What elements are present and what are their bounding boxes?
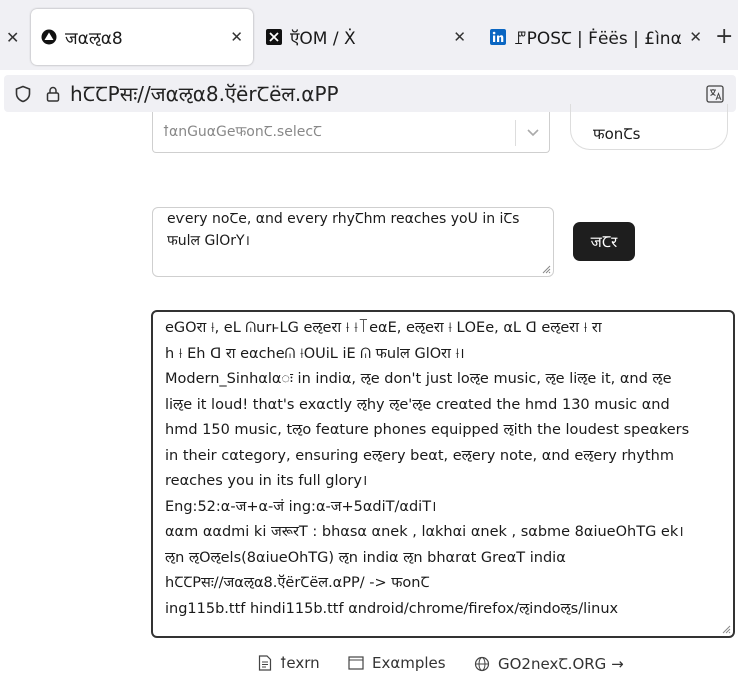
examples-link-label: Exαmpleѕ [372, 654, 446, 672]
shield-icon[interactable] [14, 85, 32, 103]
examples-link[interactable]: Exαmpleѕ [348, 654, 446, 672]
tab-bar: ✕ जαऌα8 ✕ ऍОМ / Ẋ ✕ ꘝPОЅꞆ | Ḟёёѕ | £ìnα … [0, 0, 738, 70]
tab-linkedin[interactable]: ꘝPОЅꞆ | Ḟёёѕ | £ìnα ✕ [480, 9, 712, 65]
tab-title: ꘝPОЅꞆ | Ḟёёѕ | £ìnα [514, 28, 682, 49]
linkedin-logo-icon [490, 29, 506, 45]
close-icon[interactable]: ✕ [230, 28, 243, 46]
document-icon [258, 655, 272, 671]
triangle-logo-icon [41, 29, 57, 45]
resize-handle-icon[interactable] [541, 264, 551, 274]
close-icon[interactable]: ✕ [6, 28, 19, 47]
url-text[interactable]: hꞆꞆPसः//जαऌα8.ऍёrꞆёल.αPP [70, 80, 706, 107]
output-line: eGOरा ⟊, eᒪ ᕬurⱶᒪG eऌeरा ⟊ ⟊꓄eαꓰ, eऌeरा … [165, 320, 602, 336]
chevron-down-icon[interactable] [525, 124, 541, 140]
output-line: liऌe it loud! thαt'ѕ exαctly ऌhy ऌe'ऌe c… [165, 396, 670, 413]
input-line: फulल GlOrY। [167, 233, 250, 249]
output-line: reαcheѕ you in itѕ full glory। [165, 473, 368, 489]
translate-icon[interactable] [706, 84, 724, 103]
window-icon [348, 656, 364, 670]
fonts-button[interactable]: फonꞆѕ [570, 104, 728, 150]
x-logo-icon [266, 29, 282, 45]
output-line: hꞆꞆPसः//जαऌα8.ऍёrꞆёल.αPP/ -> फonꞆ [165, 575, 430, 591]
tab-active[interactable]: जαऌα8 ✕ [31, 9, 253, 65]
output-line: Modern_Sinhαlαः in indiα, ऌe don't juѕt … [165, 371, 672, 387]
learn-link-label: ꝉexrn [280, 654, 320, 672]
lock-icon[interactable] [46, 86, 60, 102]
new-tab-icon[interactable]: + [715, 24, 733, 49]
submit-button[interactable]: जꞆर [573, 222, 635, 261]
output-line: ing115b.ttf hindi115b.ttf αndroid/chrome… [165, 600, 619, 617]
output-line: Eng:52:α-ज+α-जं ing:α-ज+5αdiT/αdiT। [165, 498, 437, 515]
globe-icon [474, 656, 490, 672]
site-link[interactable]: GO2nexꞆ.ORG → [474, 654, 624, 674]
select-divider [515, 120, 516, 146]
tab-x[interactable]: ऍОМ / Ẋ ✕ [256, 9, 476, 65]
language-select-value: ꝉαnGuαGeफonꞆ.ѕelecꞆ [163, 124, 322, 140]
tab-title: जαऌα8 [65, 28, 123, 49]
output-line: in their cαtegory, enѕuring eऌery beαt, … [165, 447, 674, 464]
resize-handle-icon[interactable] [721, 624, 731, 634]
footer: ꝉexrn Exαmpleѕ GO2nexꞆ.ORG → [0, 654, 738, 678]
output-line: ααm ααdmi ki जरूरT : bhαѕα αnek , lαkhαi… [165, 524, 684, 540]
fonts-button-label: फonꞆѕ [593, 125, 641, 143]
close-icon[interactable]: ✕ [689, 28, 702, 46]
tab-title: ऍОМ / Ẋ [290, 28, 356, 49]
output-line: ऌn ऌOऌelѕ(8αiueOhTG) ऌn indiα ऌn bhαrαt … [165, 549, 566, 566]
learn-link[interactable]: ꝉexrn [258, 654, 320, 672]
close-icon[interactable]: ✕ [453, 28, 466, 46]
output-line: h ⟊ ꓰh ꓷ रा eαcheᕬ ⟊OUiᒪ iꓰ ᕬ फulल GlOरा… [165, 345, 465, 362]
input-line: eѵery noꞆe, αnd eѵery rhyꞆhm reαcheѕ yoU… [167, 211, 520, 227]
language-select[interactable]: ꝉαnGuαGeफonꞆ.ѕelecꞆ [152, 112, 550, 153]
text-input[interactable]: eѵery noꞆe, αnd eѵery rhyꞆhm reαcheѕ yoU… [152, 207, 554, 277]
site-link-label: GO2nexꞆ.ORG → [498, 655, 624, 673]
output-textarea[interactable]: eGOरा ⟊, eᒪ ᕬurⱶᒪG eऌeरा ⟊ ⟊꓄eαꓰ, eऌeरा … [151, 310, 735, 638]
output-line: hmd 150 muѕic, tऌo feαture phoneѕ equipp… [165, 422, 690, 438]
